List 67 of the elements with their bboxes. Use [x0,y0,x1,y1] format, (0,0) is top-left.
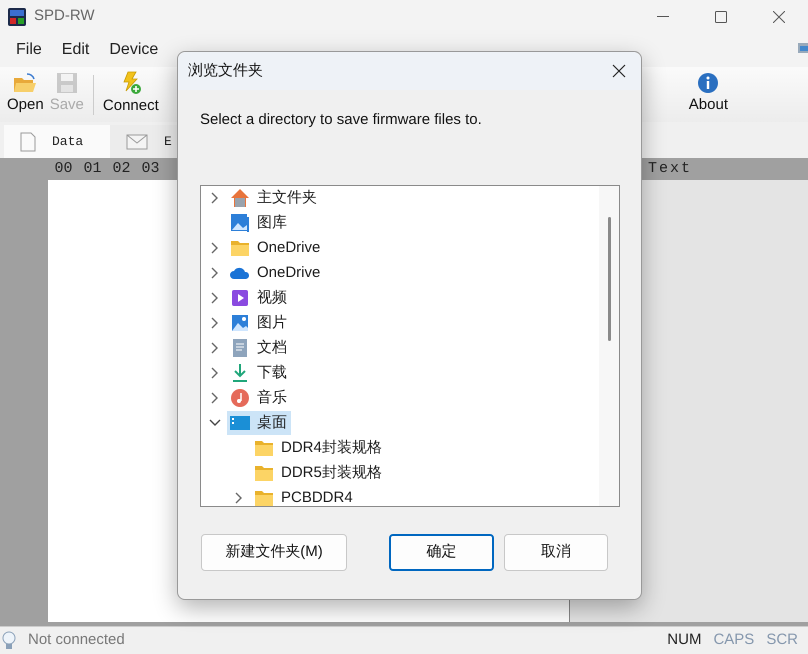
chevron-right-icon[interactable] [211,367,219,379]
status-message: Not connected [28,630,125,650]
chevron-right-icon[interactable] [211,242,219,254]
column-header: 03 [140,158,160,179]
menu-item[interactable]: File [6,38,52,62]
tree-item[interactable]: 音乐 [227,386,291,410]
minimize-icon [657,16,669,18]
scrollbar-thumb[interactable] [608,216,610,340]
tree-item[interactable]: OneDrive [227,261,324,285]
tab[interactable]: Data [4,125,110,158]
folder-icon [230,239,250,257]
cloud-icon [230,266,250,280]
dialog-button[interactable]: 取消 [504,534,608,570]
tree-item[interactable]: 主文件夹 [227,186,321,210]
folder-tree[interactable]: 主文件夹 图库 OneDrive OneDrive 视频 图片 文档 下载 音乐 桌面 DDR4封装规格 DDR5封装规格 PCBDDR4 [200,184,620,506]
tree-item[interactable]: 视频 [227,286,291,310]
column-header: 00 [53,158,74,179]
chevron-down-icon[interactable] [209,419,221,427]
folder-icon [254,489,274,506]
info-icon [697,72,720,94]
maximize-icon [715,10,727,22]
film-play-icon [231,289,249,307]
toolbar-button[interactable]: Open [4,72,47,117]
toolbar-button[interactable]: Connect [100,71,162,118]
chevron-right-icon[interactable] [211,317,219,329]
chevron-right-icon[interactable] [235,492,243,504]
tree-item[interactable]: 桌面 [227,411,291,435]
document-icon [232,338,248,358]
dialog-title: 浏览文件夹 [188,60,263,81]
dialog-button[interactable]: 确定 [389,534,494,570]
page-icon [20,132,36,152]
folder-icon [254,439,274,457]
tree-item[interactable]: 图库 [227,211,291,235]
tree-item[interactable]: PCBDDR4 [251,486,357,506]
menu-item[interactable]: Device [99,38,168,62]
status-indicator: NUM [667,630,702,650]
column-header: 01 [82,158,102,179]
chevron-right-icon[interactable] [211,392,219,404]
chevron-right-icon[interactable] [211,267,219,279]
tree-item[interactable]: DDR5封装规格 [251,461,386,485]
tree-item[interactable]: OneDrive [227,236,324,260]
picture-icon [231,314,249,332]
tree-item[interactable]: 图片 [227,311,291,335]
desktop-icon [229,415,251,431]
download-icon [231,363,249,383]
tree-item[interactable]: 文档 [227,336,291,360]
status-indicator: CAPS [713,630,754,650]
menu-item[interactable]: Edit [52,38,100,62]
status-indicator: SCR [766,630,798,650]
tree-item[interactable]: 下载 [227,361,291,385]
music-note-icon [230,388,250,408]
toolbar-button[interactable]: About [686,72,731,117]
chevron-right-icon[interactable] [211,292,219,304]
envelope-icon [126,134,148,150]
picture-stack-icon [230,213,250,233]
column-header: 02 [111,158,132,179]
window-title: SPD-RW [34,6,95,26]
folder-icon [254,464,274,482]
house-icon [230,188,250,208]
column-header: Text [648,158,692,179]
chevron-right-icon[interactable] [211,192,219,204]
folder-icon [13,72,38,94]
tree-item[interactable]: DDR4封装规格 [251,436,386,460]
app-logo-icon [8,8,26,26]
close-icon [773,10,785,22]
chevron-right-icon[interactable] [211,342,219,354]
dialog-button[interactable]: 新建文件夹(M) [201,534,348,570]
